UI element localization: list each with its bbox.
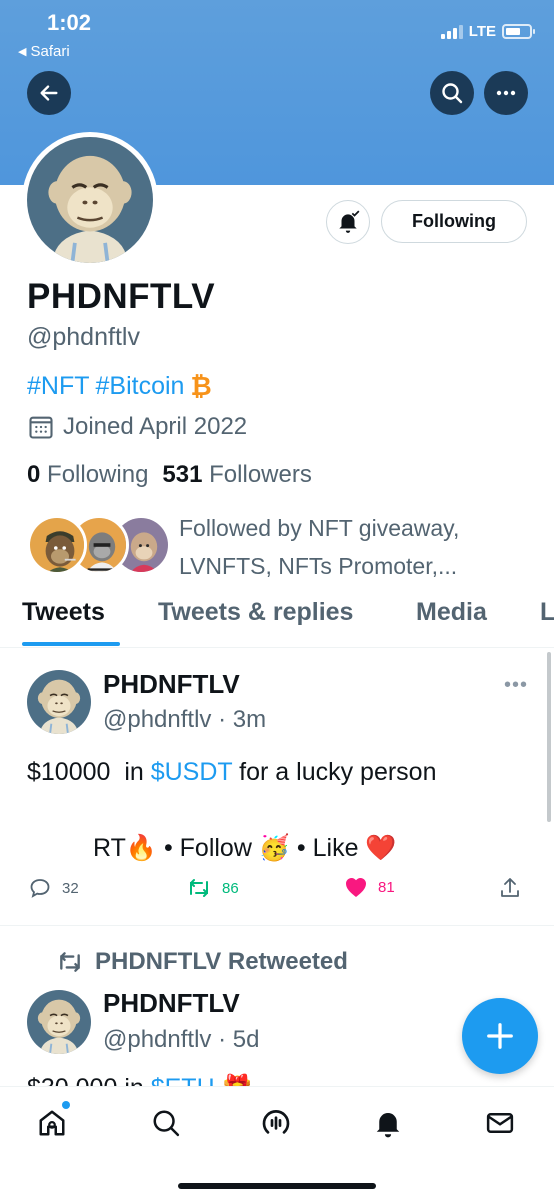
tab-tweets[interactable]: Tweets bbox=[22, 598, 105, 627]
search-icon bbox=[442, 83, 463, 104]
more-icon bbox=[496, 90, 516, 96]
following-label: Following bbox=[47, 461, 149, 488]
profile-avatar[interactable] bbox=[22, 132, 158, 268]
followed-by-avatars[interactable] bbox=[27, 515, 171, 577]
retweeted-label: PHDNFTLV Retweeted bbox=[95, 948, 348, 975]
tweet-avatar[interactable] bbox=[27, 990, 91, 1054]
nav-search[interactable] bbox=[148, 1105, 184, 1141]
tab-likes[interactable]: L bbox=[540, 598, 554, 627]
active-tab-indicator bbox=[22, 642, 120, 646]
like-button[interactable]: 81 bbox=[344, 876, 395, 898]
heart-icon bbox=[346, 878, 366, 897]
plus-icon bbox=[487, 1023, 513, 1049]
home-indicator-bar[interactable] bbox=[178, 1183, 376, 1189]
following-count: 0 bbox=[27, 461, 41, 488]
joined-label: Joined April 2022 bbox=[63, 413, 248, 440]
battery-icon bbox=[502, 24, 535, 39]
home-notification-dot bbox=[62, 1101, 70, 1109]
retweet-count: 86 bbox=[222, 879, 239, 897]
tweet-more-icon[interactable]: ••• bbox=[504, 674, 528, 697]
bell-icon bbox=[376, 1113, 400, 1138]
more-options-button[interactable] bbox=[484, 71, 528, 115]
bio-hashtag-bitcoin[interactable]: #Bitcoin bbox=[96, 372, 185, 401]
tweet-actions: 32 86 81 bbox=[28, 876, 528, 906]
followers-count: 531 bbox=[162, 461, 203, 488]
following-stat[interactable]: 0 Following bbox=[27, 461, 148, 489]
spaces-icon bbox=[262, 1110, 290, 1134]
scrollbar[interactable] bbox=[547, 652, 551, 822]
tweet-divider bbox=[0, 925, 554, 926]
retweeted-indicator: PHDNFTLV Retweeted bbox=[55, 948, 348, 976]
bell-check-icon bbox=[339, 210, 360, 233]
cashtag-usdt-link[interactable]: $USDT bbox=[151, 758, 233, 786]
nav-messages[interactable] bbox=[482, 1105, 518, 1141]
reply-button[interactable]: 32 bbox=[28, 876, 79, 900]
profile-bio: #NFT #Bitcoin ₿ bbox=[27, 371, 212, 402]
share-icon bbox=[501, 878, 519, 897]
back-to-app-link[interactable]: ◀ Safari bbox=[18, 43, 70, 60]
bitcoin-icon: ₿ bbox=[190, 371, 212, 401]
tweet-text-line: $10000 in $USDT for a lucky person bbox=[27, 758, 437, 787]
arrow-left-icon bbox=[40, 85, 58, 101]
tweet-author-handle: @phdnftlv · 3m bbox=[103, 706, 267, 733]
followers-stat[interactable]: 531 Followers bbox=[162, 461, 311, 489]
profile-handle: @phdnftlv bbox=[27, 323, 140, 351]
retweet-icon bbox=[60, 952, 80, 972]
follow-stats: 0 Following 531 Followers bbox=[27, 461, 312, 489]
nav-notifications[interactable] bbox=[370, 1105, 406, 1141]
nav-spaces[interactable] bbox=[258, 1105, 294, 1141]
status-indicators: LTE bbox=[440, 23, 535, 40]
share-button[interactable] bbox=[498, 876, 522, 900]
calendar-icon bbox=[29, 416, 53, 439]
compose-tweet-button[interactable] bbox=[462, 998, 538, 1074]
signal-icon bbox=[440, 24, 463, 39]
tweet-author-name[interactable]: PHDNFTLV bbox=[103, 669, 240, 700]
joined-date: Joined April 2022 bbox=[27, 413, 247, 441]
tweet-text-segment: for a lucky person bbox=[232, 758, 437, 786]
tab-tweets-replies[interactable]: Tweets & replies bbox=[158, 598, 353, 627]
following-button[interactable]: Following bbox=[381, 200, 527, 243]
followed-by-text[interactable]: Followed by NFT giveaway, LVNFTS, NFTs P… bbox=[179, 509, 519, 585]
tweet-text-segment: $10000 in bbox=[27, 758, 151, 786]
retweet-button[interactable]: 86 bbox=[186, 876, 239, 900]
search-icon bbox=[153, 1110, 180, 1137]
like-count: 81 bbox=[378, 878, 395, 896]
bio-hashtag-nft[interactable]: #NFT bbox=[27, 372, 90, 401]
search-button[interactable] bbox=[430, 71, 474, 115]
back-app-label: Safari bbox=[30, 43, 70, 60]
home-icon bbox=[39, 1110, 65, 1136]
profile-tabs: Tweets Tweets & replies Media L bbox=[0, 598, 554, 648]
retweet-icon bbox=[190, 879, 208, 897]
mail-icon bbox=[486, 1113, 514, 1133]
tweet-text-line: RT🔥 • Follow 🥳 • Like ❤️ bbox=[93, 834, 397, 862]
tab-media[interactable]: Media bbox=[416, 598, 487, 627]
profile-name: PHDNFTLV bbox=[27, 277, 216, 316]
back-button[interactable] bbox=[27, 71, 71, 115]
nav-home[interactable] bbox=[34, 1105, 70, 1141]
tweet-author-name[interactable]: PHDNFTLV bbox=[103, 988, 240, 1019]
tweet-avatar[interactable] bbox=[27, 670, 91, 734]
notifications-toggle-button[interactable] bbox=[326, 200, 370, 244]
network-label: LTE bbox=[468, 23, 496, 40]
tweet-author-handle: @phdnftlv · 5d bbox=[103, 1026, 260, 1053]
reply-icon bbox=[30, 879, 50, 898]
reply-count: 32 bbox=[62, 879, 79, 897]
followers-label: Followers bbox=[209, 461, 312, 488]
back-triangle-icon: ◀ bbox=[18, 46, 27, 58]
follower-avatar bbox=[27, 515, 87, 575]
ape-avatar-image bbox=[27, 137, 153, 263]
status-time: 1:02 bbox=[47, 10, 92, 35]
